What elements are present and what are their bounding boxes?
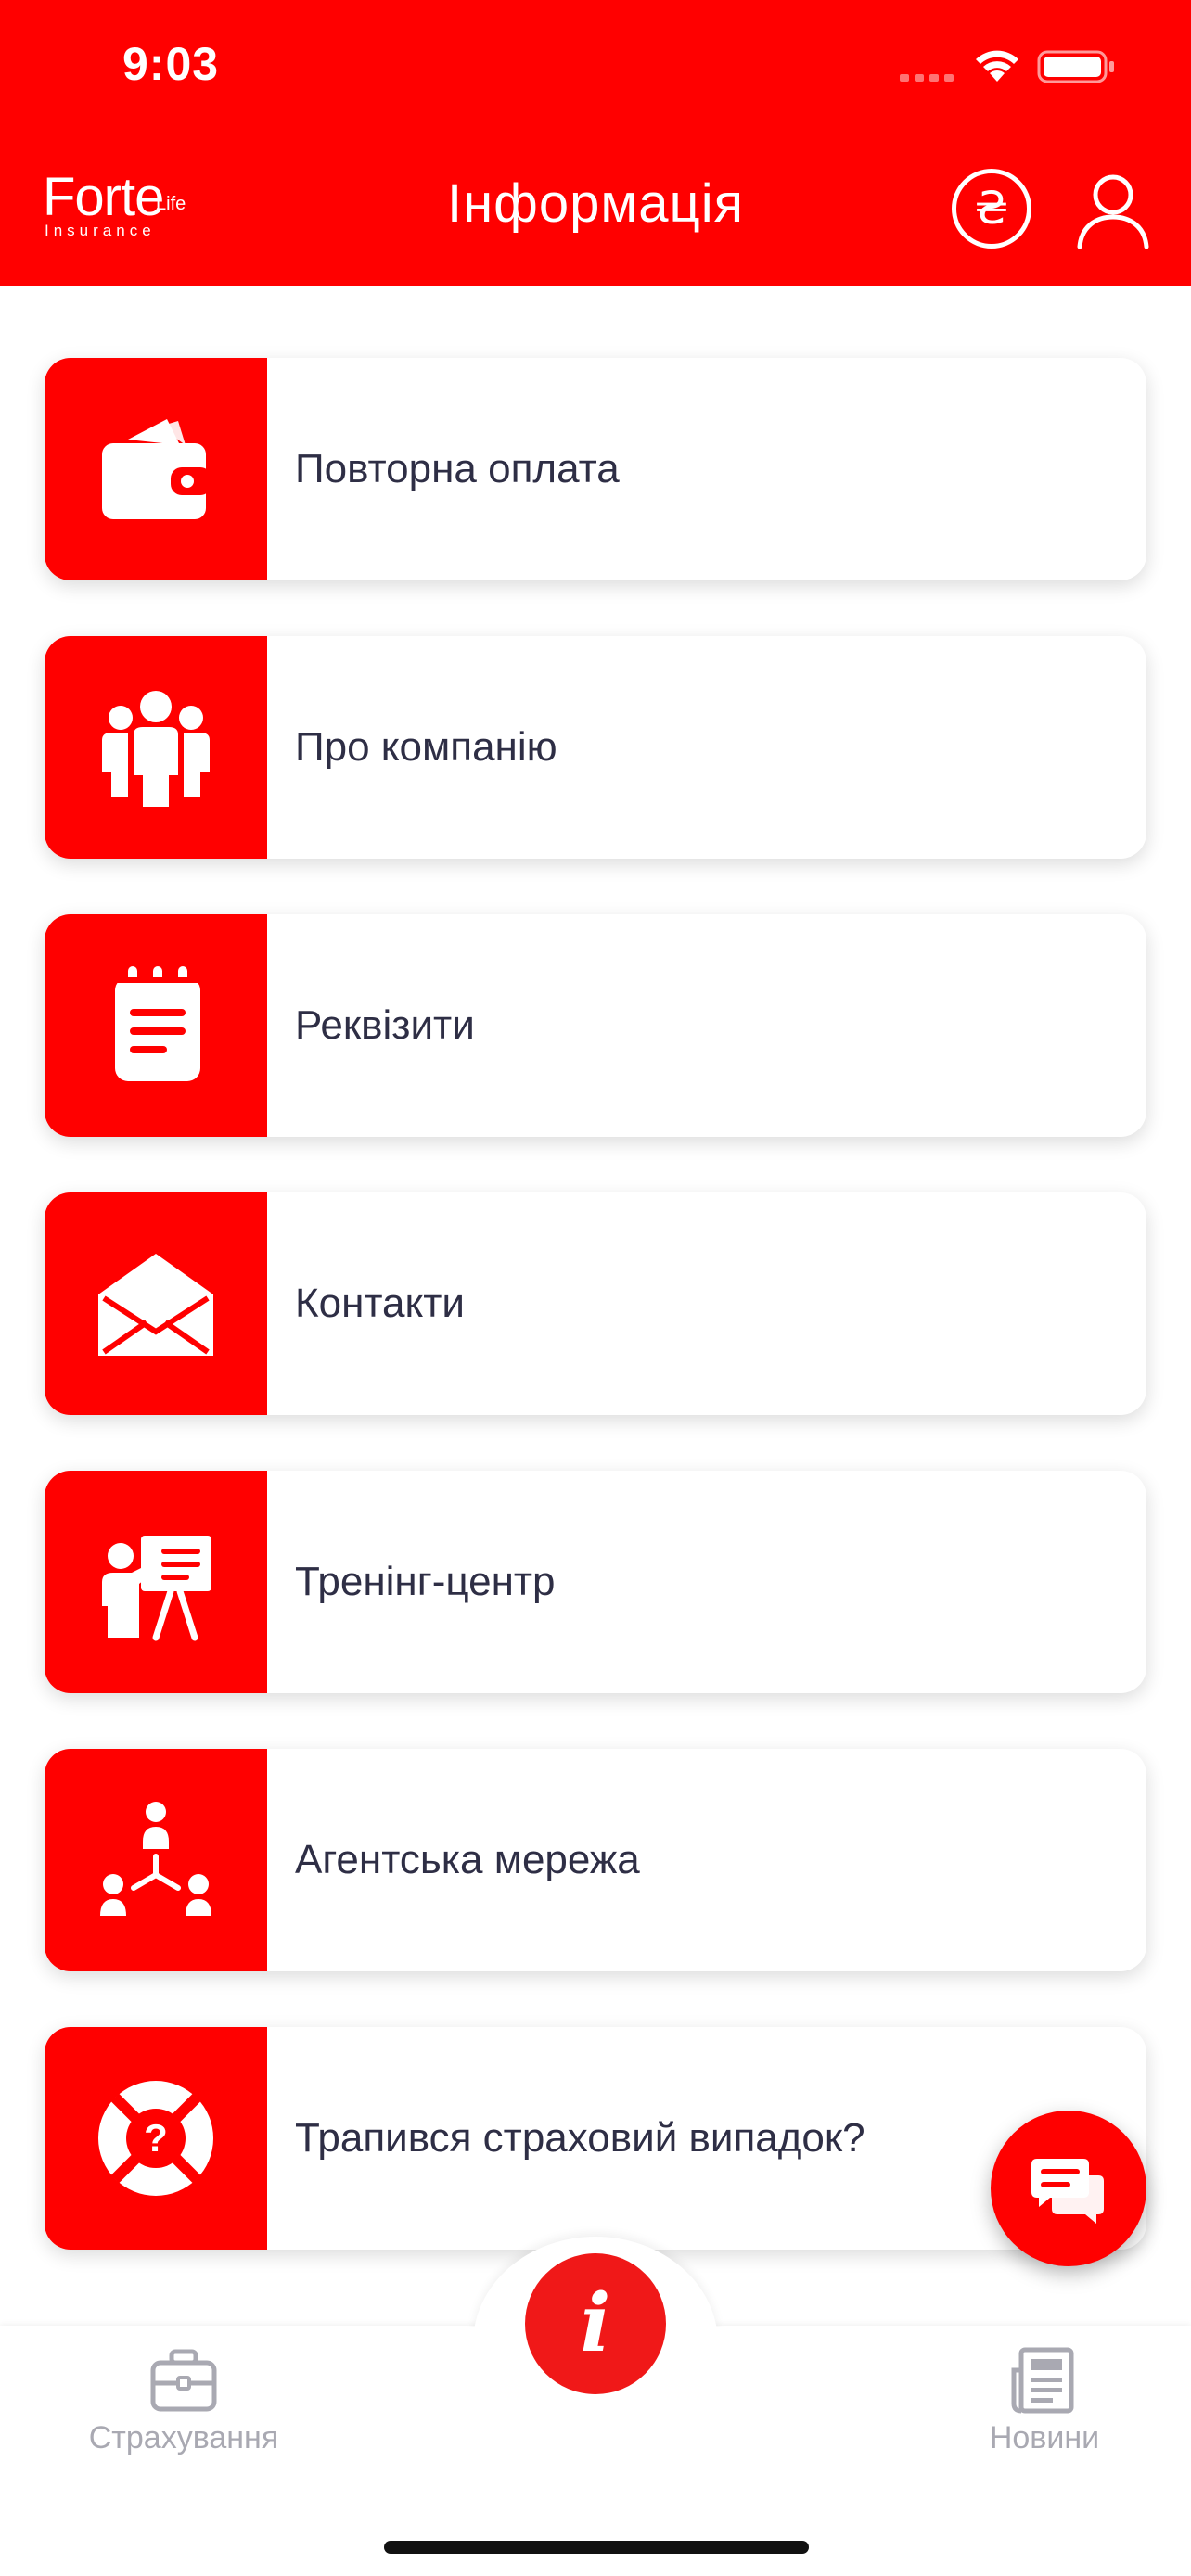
user-icon <box>1077 174 1149 249</box>
menu-item-icon-box <box>45 358 267 580</box>
page-title: Інформація <box>446 173 745 234</box>
logo-subtitle: Insurance <box>45 222 156 239</box>
menu-item-icon-box <box>45 914 267 1137</box>
home-indicator <box>384 2541 809 2554</box>
menu-item-label: Реквізити <box>295 1002 475 1048</box>
menu-item-label: Повторна оплата <box>295 446 620 491</box>
forte-life-logo: Forte Life Insurance <box>43 167 228 241</box>
network-icon <box>100 1802 211 1916</box>
profile-button[interactable] <box>1074 172 1152 249</box>
tab-news[interactable]: Новини <box>905 2346 1184 2467</box>
menu-item-icon-box <box>45 636 267 859</box>
tab-label: Страхування <box>88 2420 279 2455</box>
presentation-icon <box>102 1536 211 1641</box>
briefcase-icon <box>150 2349 217 2412</box>
battery-icon <box>1037 50 1114 83</box>
newspaper-icon <box>1011 2347 1074 2414</box>
cellular-signal-icon <box>900 74 954 82</box>
menu-item-about-company[interactable]: Про компанію <box>45 636 1146 859</box>
svg-text:?: ? <box>144 2116 168 2160</box>
chat-button[interactable] <box>991 2111 1146 2266</box>
menu-item-label: Агентська мережа <box>295 1837 640 1882</box>
info-icon: i <box>580 2276 611 2370</box>
tab-label: Новини <box>989 2420 1100 2455</box>
menu-item-label: Трапився страховий випадок? <box>295 2115 865 2161</box>
menu-item-icon-box <box>45 1749 267 1971</box>
hryvnia-icon: ₴ <box>974 183 1009 235</box>
logo-brand-suffix: Life <box>156 194 186 214</box>
menu-item-icon-box <box>45 1192 267 1415</box>
wallet-icon <box>102 419 211 519</box>
menu-item-contacts[interactable]: Контакти <box>45 1192 1146 1415</box>
tab-info-button[interactable]: i <box>525 2253 666 2394</box>
menu-item-icon-box: ? <box>45 2027 267 2250</box>
status-time: 9:03 <box>122 38 220 90</box>
menu-item-training-center[interactable]: Тренінг-центр <box>45 1471 1146 1693</box>
team-icon <box>102 691 210 807</box>
tab-insurance[interactable]: Страхування <box>45 2346 323 2467</box>
menu-item-icon-box <box>45 1471 267 1693</box>
notepad-icon <box>115 966 200 1081</box>
menu-item-label: Тренінг-центр <box>295 1559 556 1604</box>
menu-item-label: Про компанію <box>295 724 557 770</box>
menu-item-agent-network[interactable]: Агентська мережа <box>45 1749 1146 1971</box>
menu-item-requisites[interactable]: Реквізити <box>45 914 1146 1137</box>
currency-button[interactable]: ₴ <box>952 169 1031 249</box>
menu-item-insured-event[interactable]: ? Трапився страховий випадок? <box>45 2027 1146 2250</box>
wifi-icon <box>976 50 1018 82</box>
menu-item-repeat-payment[interactable]: Повторна оплата <box>45 358 1146 580</box>
chat-icon <box>1031 2159 1104 2224</box>
envelope-icon <box>98 1254 213 1356</box>
lifebuoy-icon: ? <box>98 2081 213 2196</box>
app-header: 9:03 Forte Life Insurance Інформація ₴ <box>0 0 1191 286</box>
logo-brand: Forte <box>43 167 164 227</box>
menu-item-label: Контакти <box>295 1281 466 1326</box>
